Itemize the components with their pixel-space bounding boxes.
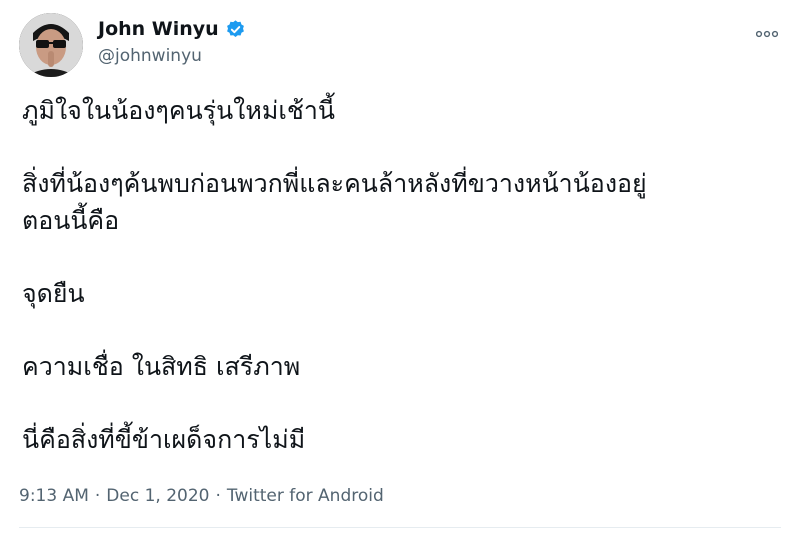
author-handle[interactable]: @johnwinyu bbox=[98, 46, 202, 66]
display-name[interactable]: John Winyu bbox=[98, 18, 219, 40]
tweet-date[interactable]: Dec 1, 2020 bbox=[106, 486, 209, 506]
tweet-paragraph: สิ่งที่น้องๆค้นพบก่อนพวกพี่และคนล้าหลังท… bbox=[22, 169, 647, 235]
tweet-source[interactable]: Twitter for Android bbox=[227, 486, 384, 506]
tweet-paragraph: นี่คือสิ่งที่ขี้ข้าเผด็จการไม่มี bbox=[22, 425, 306, 454]
tweet-text: ภูมิใจในน้องๆคนรุ่นใหม่เช้านี้ สิ่งที่น้… bbox=[22, 92, 782, 494]
more-options-icon[interactable] bbox=[755, 24, 779, 42]
meta-separator: · bbox=[94, 486, 101, 506]
tweet-time[interactable]: 9:13 AM bbox=[19, 486, 89, 506]
divider bbox=[19, 527, 781, 528]
meta-separator: · bbox=[215, 486, 221, 506]
tweet-paragraph: ความเชื่อ ในสิทธิ เสรีภาพ bbox=[22, 352, 301, 381]
tweet-metadata: 9:13 AM · Dec 1, 2020 · Twitter for Andr… bbox=[19, 486, 384, 506]
avatar[interactable] bbox=[19, 13, 83, 77]
tweet-paragraph: จุดยืน bbox=[22, 279, 85, 308]
tweet-paragraph: ภูมิใจในน้องๆคนรุ่นใหม่เช้านี้ bbox=[22, 96, 335, 125]
author-name-row[interactable]: John Winyu bbox=[98, 18, 246, 40]
verified-badge-icon bbox=[225, 19, 246, 40]
tweet-card: John Winyu @johnwinyu ภูมิใจในน้องๆคนรุ่… bbox=[0, 0, 800, 533]
